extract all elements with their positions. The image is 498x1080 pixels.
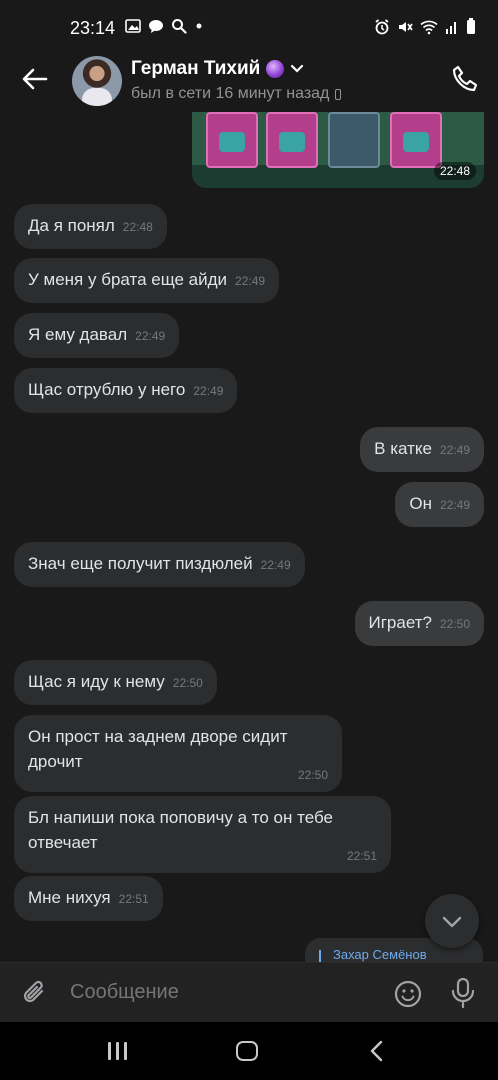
mobile-device-icon bbox=[335, 88, 342, 100]
system-back-icon[interactable] bbox=[369, 1040, 385, 1062]
message-bubble[interactable]: Мне нихуя 22:51 bbox=[14, 876, 163, 921]
message-bubble[interactable]: Щас я иду к нему 22:50 bbox=[14, 660, 217, 705]
message-composer bbox=[0, 962, 498, 1022]
signal-icon bbox=[446, 21, 456, 34]
message-bubble[interactable]: Бл напиши пока поповичу а то он тебе отв… bbox=[14, 796, 391, 874]
dot-icon bbox=[196, 23, 202, 29]
message-bubble[interactable]: Щас отрублю у него 22:49 bbox=[14, 368, 238, 413]
back-arrow-icon[interactable] bbox=[18, 62, 52, 96]
search-icon bbox=[172, 19, 187, 34]
message-time: 22:50 bbox=[439, 617, 470, 631]
avatar[interactable] bbox=[72, 56, 122, 106]
attachment-icon[interactable] bbox=[20, 978, 50, 1008]
message-time: 22:48 bbox=[122, 220, 153, 234]
message-time: 22:50 bbox=[297, 767, 328, 782]
status-time: 23:14 bbox=[70, 18, 116, 38]
phone-call-icon[interactable] bbox=[450, 64, 480, 94]
message-time: 22:49 bbox=[193, 384, 224, 398]
message-bubble[interactable]: У меня у брата еще айди 22:49 bbox=[14, 258, 280, 303]
outgoing-message-bubble[interactable]: Он 22:49 bbox=[395, 482, 484, 527]
chevron-down-icon bbox=[291, 64, 304, 73]
recent-apps-icon[interactable] bbox=[108, 1042, 127, 1060]
outgoing-message-bubble[interactable]: В катке 22:49 bbox=[360, 427, 484, 472]
wifi-icon bbox=[420, 20, 438, 34]
battery-icon bbox=[467, 18, 475, 34]
contact-name: Герман Тихий bbox=[131, 58, 261, 79]
image-icon bbox=[125, 19, 141, 33]
scroll-down-button[interactable] bbox=[425, 894, 479, 948]
message-bubble[interactable]: Знач еще получит пиздюлей 22:49 bbox=[14, 542, 305, 587]
chest-card bbox=[206, 112, 258, 168]
message-time: 22:49 bbox=[439, 498, 470, 512]
image-message[interactable]: 22:48 bbox=[192, 112, 484, 188]
image-message-time: 22:48 bbox=[433, 162, 476, 180]
microphone-icon[interactable] bbox=[450, 977, 476, 1009]
message-time: 22:50 bbox=[172, 676, 203, 690]
chat-icon bbox=[149, 19, 163, 33]
contact-name-row[interactable]: Герман Тихий bbox=[131, 58, 304, 80]
message-time: 22:49 bbox=[235, 274, 266, 288]
chest-card bbox=[266, 112, 318, 168]
chevron-down-icon bbox=[442, 916, 462, 928]
reply-author: Захар Семёнов bbox=[333, 947, 427, 962]
home-icon[interactable] bbox=[236, 1041, 258, 1061]
message-time: 22:49 bbox=[135, 329, 166, 343]
crystal-ball-icon bbox=[266, 60, 285, 78]
alarm-icon bbox=[375, 18, 389, 34]
chest-card bbox=[390, 112, 442, 168]
message-bubble[interactable]: Да я понял 22:48 bbox=[14, 204, 167, 249]
message-time: 22:51 bbox=[346, 848, 377, 863]
empty-chest-slot bbox=[328, 112, 380, 168]
message-time: 22:51 bbox=[118, 892, 149, 906]
message-bubble[interactable]: Он прост на заднем дворе сидит дрочит 22:… bbox=[14, 715, 342, 793]
emoji-icon[interactable] bbox=[393, 979, 423, 1009]
message-bubble[interactable]: Я ему давал 22:49 bbox=[14, 313, 180, 358]
message-input[interactable] bbox=[70, 981, 370, 1004]
message-list[interactable]: 22:48 Да я понял 22:48 У меня у брата еще… bbox=[0, 112, 498, 962]
outgoing-message-bubble[interactable]: Играет? 22:50 bbox=[354, 601, 484, 646]
system-navigation-bar bbox=[0, 1022, 498, 1080]
chat-header: Герман Тихий был в сети 16 минут назад bbox=[0, 52, 498, 112]
last-seen-status: был в сети 16 минут назад bbox=[131, 85, 342, 103]
mute-icon bbox=[399, 21, 413, 32]
status-bar: 23:14 bbox=[0, 0, 498, 52]
message-time: 22:49 bbox=[439, 443, 470, 457]
message-time: 22:49 bbox=[260, 558, 291, 572]
